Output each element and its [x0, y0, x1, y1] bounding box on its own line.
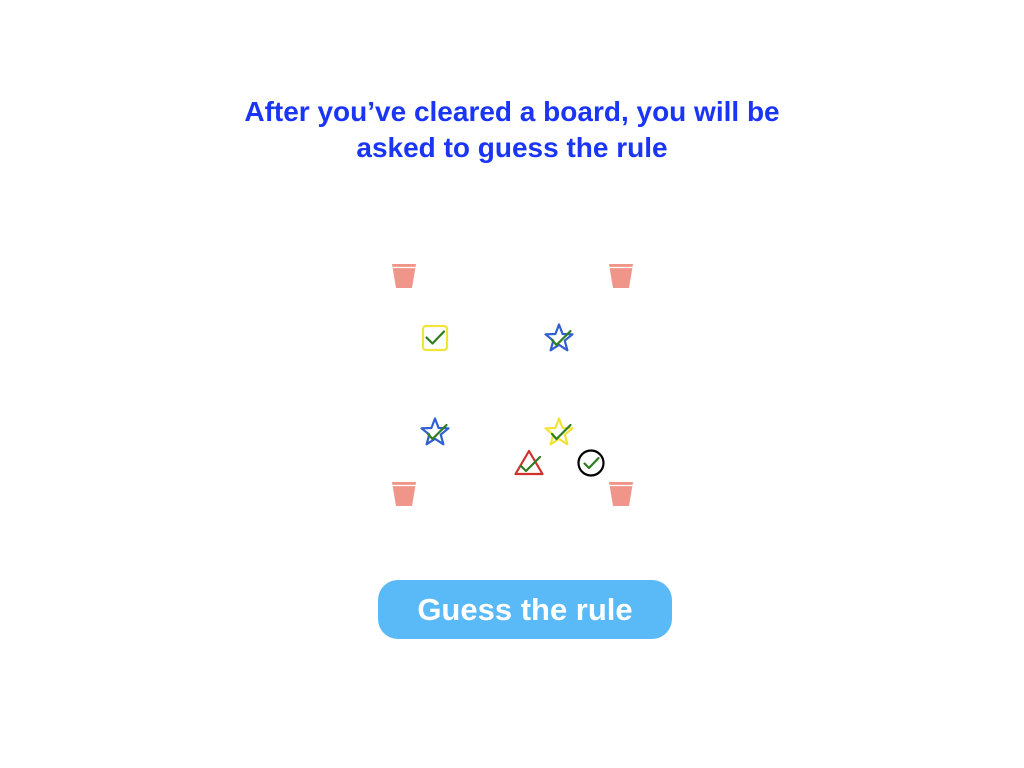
bucket-bottom-right-icon[interactable] [606, 478, 636, 508]
blue-star-checked-icon[interactable] [418, 415, 452, 449]
guess-rule-button[interactable]: Guess the rule [378, 580, 672, 639]
tutorial-screen: After you’ve cleared a board, you will b… [0, 0, 1024, 768]
blue-star-checked-icon[interactable] [542, 321, 576, 355]
game-board [0, 0, 1024, 768]
black-circle-checked-icon[interactable] [574, 446, 608, 480]
bucket-top-left-icon[interactable] [389, 260, 419, 290]
yellow-star-checked-icon[interactable] [542, 415, 576, 449]
bucket-bottom-left-icon[interactable] [389, 478, 419, 508]
red-triangle-checked-icon[interactable] [512, 446, 546, 480]
bucket-top-right-icon[interactable] [606, 260, 636, 290]
yellow-square-checked-icon[interactable] [418, 321, 452, 355]
